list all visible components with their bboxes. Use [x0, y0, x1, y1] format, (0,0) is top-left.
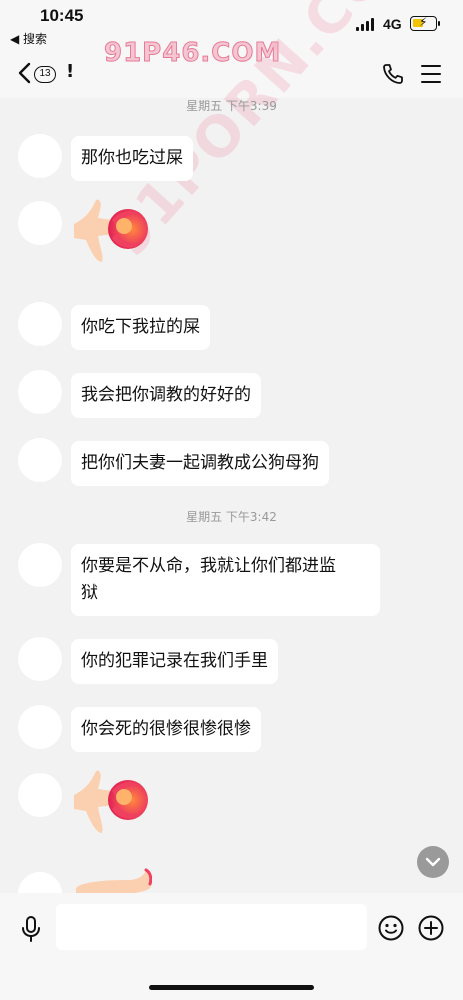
- avatar[interactable]: [18, 134, 62, 178]
- home-indicator: [149, 985, 314, 990]
- message-bubble[interactable]: 那你也吃过屎: [71, 136, 193, 181]
- chevron-down-icon: [425, 857, 441, 867]
- avatar[interactable]: [18, 637, 62, 681]
- fist-fire-sticker[interactable]: [72, 196, 152, 264]
- avatar[interactable]: [18, 438, 62, 482]
- microphone-icon[interactable]: [20, 916, 42, 942]
- back-icon[interactable]: [16, 62, 34, 84]
- message-line: 你要是不从命，我就让你们都进监: [81, 556, 336, 576]
- avatar[interactable]: [18, 773, 62, 817]
- message-bubble[interactable]: 把你们夫妻一起调教成公狗母狗: [71, 441, 329, 486]
- avatar[interactable]: [18, 705, 62, 749]
- fist-fire-sticker[interactable]: [72, 767, 152, 835]
- message-timestamp: 星期五 下午3:42: [186, 510, 277, 524]
- contact-name: !: [66, 61, 75, 82]
- message-input-bar: [0, 893, 463, 1000]
- battery-icon: ⚡: [410, 15, 440, 31]
- avatar[interactable]: [18, 201, 62, 245]
- emoji-icon[interactable]: [378, 915, 404, 941]
- message-timestamp: 星期五 下午3:39: [186, 99, 277, 113]
- message-bubble[interactable]: 你的犯罪记录在我们手里: [71, 639, 278, 684]
- menu-icon[interactable]: [421, 65, 441, 83]
- avatar[interactable]: [18, 370, 62, 414]
- message-bubble[interactable]: 你吃下我拉的屎: [71, 305, 210, 350]
- message-bubble[interactable]: 你要是不从命，我就让你们都进监 狱: [71, 544, 380, 616]
- status-time: 10:45: [40, 6, 84, 25]
- avatar[interactable]: [18, 302, 62, 346]
- phone-icon[interactable]: [381, 62, 405, 86]
- avatar[interactable]: [18, 543, 62, 587]
- message-bubble[interactable]: 我会把你调教的好好的: [71, 373, 261, 418]
- message-bubble[interactable]: 你会死的很惨很惨很惨: [71, 707, 261, 752]
- network-type: 4G: [383, 16, 402, 32]
- plus-icon[interactable]: [418, 915, 444, 941]
- unread-count-badge[interactable]: 13: [34, 66, 56, 83]
- scroll-to-bottom-button[interactable]: [417, 846, 449, 878]
- back-to-app-link[interactable]: ◀ 搜索: [10, 30, 47, 47]
- message-input[interactable]: [56, 904, 367, 950]
- message-line: 狱: [81, 583, 98, 603]
- pointing-hand-sticker[interactable]: [72, 866, 152, 896]
